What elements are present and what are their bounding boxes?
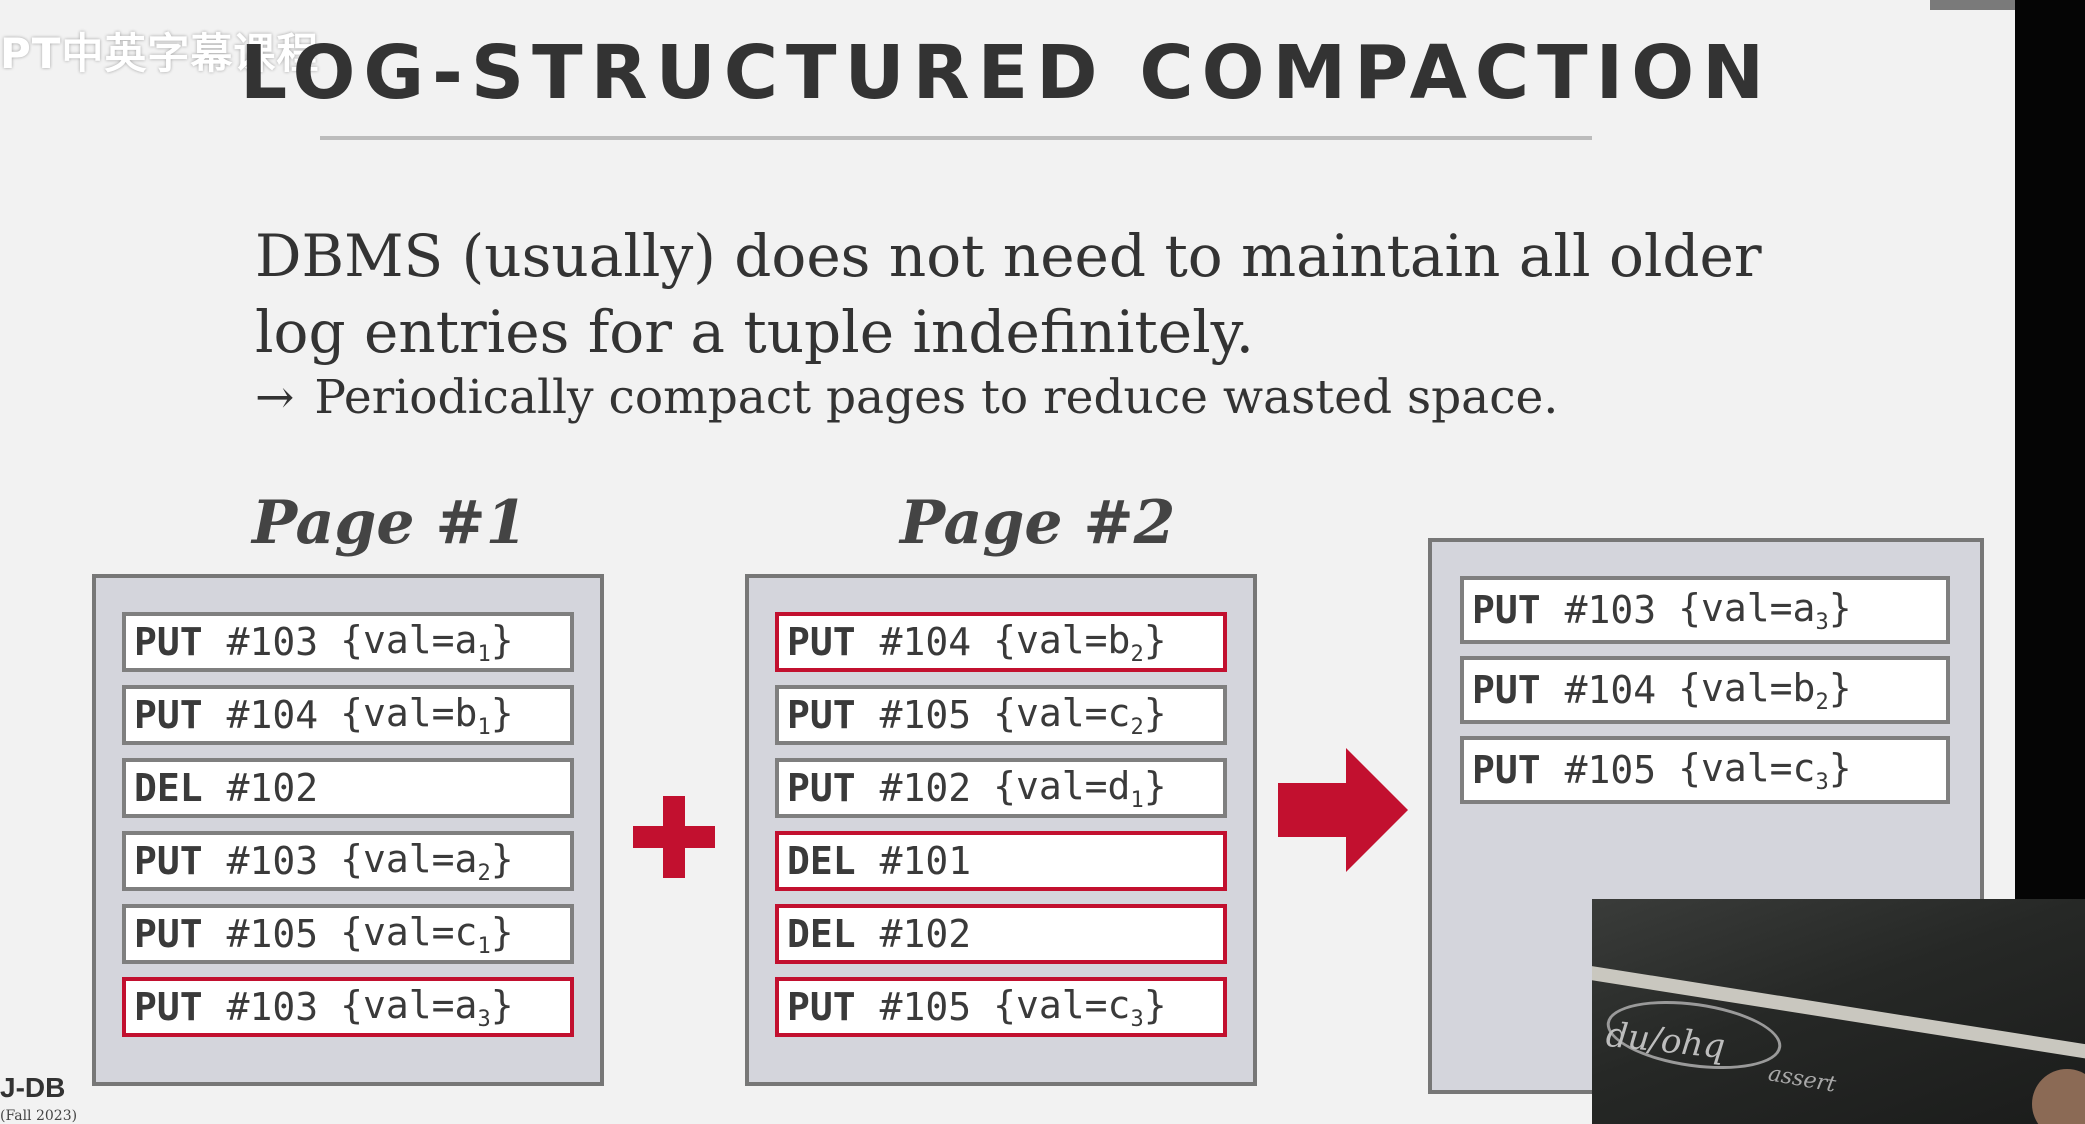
entry-key: #103 — [226, 839, 319, 883]
log-entry: PUT #105 {val=c2} — [775, 685, 1227, 745]
log-entry: PUT #103 {val=a1} — [122, 612, 574, 672]
entry-op: PUT — [134, 839, 203, 883]
entry-key: #105 — [226, 912, 319, 956]
presenter — [2032, 1069, 2085, 1124]
entry-op: PUT — [787, 766, 856, 810]
entry-key: #103 — [1564, 588, 1657, 632]
entry-key: #104 — [879, 620, 972, 664]
log-entry: PUT #104 {val=b2} — [775, 612, 1227, 672]
log-entry: PUT #103 {val=a3} — [122, 977, 574, 1037]
footer-course: (Fall 2023) — [0, 1108, 78, 1124]
arrow-bullet-icon: → — [255, 370, 295, 425]
entry-key: #102 — [879, 766, 972, 810]
entry-value: {val=b1} — [340, 690, 514, 740]
entry-op: PUT — [134, 620, 203, 664]
entry-key: #101 — [879, 839, 972, 883]
footer-logo: J-DB — [0, 1072, 66, 1103]
log-entry: PUT #105 {val=c1} — [122, 904, 574, 964]
entry-value: {val=a1} — [340, 617, 514, 667]
log-entry: PUT #105 {val=c3} — [1460, 736, 1950, 804]
entry-value: {val=c1} — [340, 909, 514, 959]
page2-box: PUT #104 {val=b2} PUT #105 {val=c2} PUT #102 {va… — [745, 574, 1257, 1086]
entry-value: {val=a3} — [1678, 585, 1852, 635]
entry-key: #105 — [879, 985, 972, 1029]
entry-op: PUT — [134, 985, 203, 1029]
entry-value: {val=a3} — [340, 982, 514, 1032]
entry-key: #102 — [879, 912, 972, 956]
entry-key: #104 — [226, 693, 319, 737]
entry-value: {val=c3} — [993, 982, 1167, 1032]
entry-op: PUT — [787, 693, 856, 737]
slide-title: LOG-STRUCTURED COMPACTION — [240, 30, 1773, 116]
page1-label: Page #1 — [252, 488, 528, 558]
entry-value: {val=b2} — [1678, 665, 1852, 715]
log-entry: DEL #101 — [775, 831, 1227, 891]
entry-key: #102 — [226, 766, 319, 810]
log-entry: PUT #103 {val=a3} — [1460, 576, 1950, 644]
page1-box: PUT #103 {val=a1} PUT #104 {val=b1} DEL #102 PUT… — [92, 574, 604, 1086]
log-entry: PUT #102 {val=d1} — [775, 758, 1227, 818]
entry-op: PUT — [134, 912, 203, 956]
title-divider — [320, 136, 1592, 140]
entry-value: {val=a2} — [340, 836, 514, 886]
plus-icon — [633, 796, 715, 878]
top-accent — [1930, 0, 2015, 10]
right-arrow-icon — [1278, 748, 1408, 872]
entry-key: #105 — [1564, 748, 1657, 792]
entry-op: PUT — [1472, 748, 1541, 792]
sub-bullet-text: Periodically compact pages to reduce was… — [314, 370, 1559, 425]
entry-key: #105 — [879, 693, 972, 737]
entry-op: DEL — [787, 839, 856, 883]
body-text: DBMS (usually) does not need to maintain… — [255, 222, 1762, 366]
entry-op: PUT — [134, 693, 203, 737]
webcam-overlay: du/ohq assert — [1592, 899, 2085, 1124]
entry-key: #104 — [1564, 668, 1657, 712]
sub-bullet: → Periodically compact pages to reduce wa… — [255, 370, 1815, 425]
entry-op: PUT — [787, 620, 856, 664]
log-entry: DEL #102 — [775, 904, 1227, 964]
page2-label: Page #2 — [900, 488, 1176, 558]
entry-key: #103 — [226, 620, 319, 664]
log-entry: PUT #103 {val=a2} — [122, 831, 574, 891]
log-entry: DEL #102 — [122, 758, 574, 818]
entry-value: {val=c2} — [993, 690, 1167, 740]
log-entry: PUT #104 {val=b1} — [122, 685, 574, 745]
entry-op: DEL — [787, 912, 856, 956]
entry-value: {val=c3} — [1678, 745, 1852, 795]
entry-value: {val=d1} — [993, 763, 1167, 813]
log-entry: PUT #105 {val=c3} — [775, 977, 1227, 1037]
entry-op: PUT — [1472, 668, 1541, 712]
entry-op: DEL — [134, 766, 203, 810]
entry-op: PUT — [787, 985, 856, 1029]
entry-op: PUT — [1472, 588, 1541, 632]
entry-value: {val=b2} — [993, 617, 1167, 667]
log-entry: PUT #104 {val=b2} — [1460, 656, 1950, 724]
chalk-text-small: assert — [1766, 1061, 1838, 1098]
entry-key: #103 — [226, 985, 319, 1029]
